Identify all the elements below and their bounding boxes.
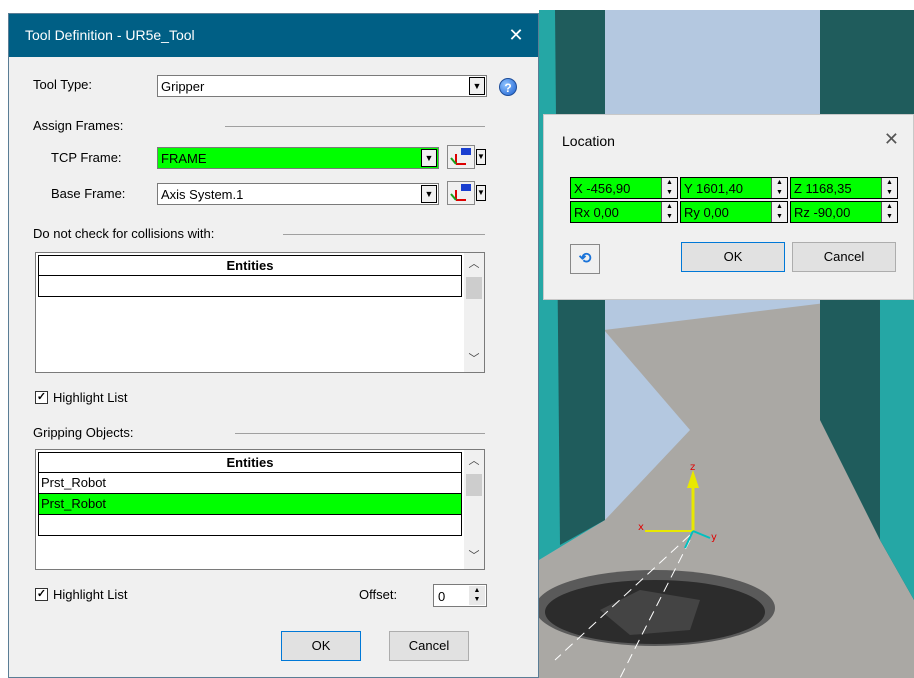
chevron-down-icon[interactable]: ▼ [772, 212, 787, 222]
highlight-list-label: Highlight List [53, 390, 128, 405]
base-frame-value: Axis System.1 [161, 187, 244, 202]
tcp-frame-value: FRAME [161, 151, 207, 166]
y-coordinate-value: Y 1601,40 [684, 181, 744, 196]
stepper-buttons[interactable]: ▲ ▼ [661, 178, 677, 198]
collision-list-header[interactable]: Entities [38, 255, 462, 276]
scroll-thumb[interactable] [466, 277, 482, 299]
list-item[interactable]: Prst_Robot [38, 473, 462, 494]
chevron-up-icon[interactable]: ▲ [469, 586, 485, 595]
x-coordinate-field[interactable]: X -456,90 ▲ ▼ [570, 177, 678, 199]
tool-type-label: Tool Type: [33, 77, 93, 92]
cancel-button[interactable]: Cancel [389, 631, 469, 661]
rx-rotation-field[interactable]: Rx 0,00 ▲ ▼ [570, 201, 678, 223]
axis-x-label: x [638, 522, 644, 533]
chevron-down-icon[interactable]: ▼ [421, 149, 437, 167]
chevron-down-icon[interactable]: ﹀ [464, 547, 484, 567]
tcp-frame-label: TCP Frame: [51, 150, 122, 165]
ry-rotation-value: Ry 0,00 [684, 205, 729, 220]
rz-rotation-value: Rz -90,00 [794, 205, 851, 220]
stepper-buttons[interactable]: ▲ ▼ [771, 202, 787, 222]
separator [283, 234, 485, 235]
z-coordinate-field[interactable]: Z 1168,35 ▲ ▼ [790, 177, 898, 199]
list-item[interactable] [38, 515, 462, 536]
stepper-buttons[interactable]: ▲ ▼ [771, 178, 787, 198]
base-frame-picker-button[interactable]: ▼ [447, 181, 487, 205]
location-dialog-title: Location [562, 133, 615, 149]
chevron-down-icon[interactable]: ▼ [421, 185, 437, 203]
chevron-up-icon[interactable]: ︿ [464, 452, 484, 472]
location-dialog: Location ✕ X -456,90 ▲ ▼ Y 1601,40 ▲ ▼ Z 1… [543, 114, 914, 300]
separator [225, 126, 485, 127]
tool-type-select[interactable]: Gripper ▼ [157, 75, 487, 97]
chevron-up-icon[interactable]: ▲ [882, 202, 897, 212]
separator [235, 433, 485, 434]
ok-button[interactable]: OK [281, 631, 361, 661]
collision-list[interactable]: Entities ︿ ﹀ [35, 252, 485, 373]
offset-stepper[interactable]: 0 ▲ ▼ [433, 584, 487, 607]
chevron-down-icon[interactable]: ▼ [662, 212, 677, 222]
tool-dialog-title: Tool Definition - UR5e_Tool [25, 27, 195, 43]
chevron-up-icon[interactable]: ▲ [772, 202, 787, 212]
frame-picker-icon[interactable] [447, 181, 475, 205]
base-frame-select[interactable]: Axis System.1 ▼ [157, 183, 439, 205]
x-coordinate-value: X -456,90 [574, 181, 631, 196]
refresh-icon[interactable]: ⟲ [570, 244, 600, 274]
collision-label: Do not check for collisions with: [33, 226, 215, 241]
chevron-up-icon[interactable]: ▲ [662, 178, 677, 188]
stepper-buttons[interactable]: ▲ ▼ [661, 202, 677, 222]
list-item[interactable] [38, 276, 462, 297]
close-icon[interactable]: ✕ [884, 129, 899, 150]
location-dialog-titlebar[interactable]: Location ✕ [544, 115, 913, 167]
gripping-list-header[interactable]: Entities [38, 452, 462, 473]
base-frame-label: Base Frame: [51, 186, 126, 201]
help-icon[interactable]: ? [499, 78, 517, 96]
assign-frames-label: Assign Frames: [33, 118, 124, 133]
chevron-up-icon[interactable]: ▲ [772, 178, 787, 188]
chevron-down-icon[interactable]: ﹀ [464, 350, 484, 370]
chevron-down-icon[interactable]: ▼ [469, 77, 485, 95]
highlight-list-checkbox-2[interactable]: ✓ [35, 588, 48, 601]
tool-dialog-titlebar[interactable]: Tool Definition - UR5e_Tool ✕ [9, 14, 538, 57]
stepper-buttons[interactable]: ▲ ▼ [881, 202, 897, 222]
axis-z-label: z [690, 462, 695, 473]
tool-definition-dialog: Tool Definition - UR5e_Tool ✕ Tool Type:… [8, 13, 539, 678]
y-coordinate-field[interactable]: Y 1601,40 ▲ ▼ [680, 177, 788, 199]
close-icon[interactable]: ✕ [494, 14, 538, 57]
cancel-button[interactable]: Cancel [792, 242, 896, 272]
gripping-list-scrollbar[interactable]: ︿ ﹀ [464, 450, 484, 569]
list-item-selected[interactable]: Prst_Robot [38, 494, 462, 515]
ok-button[interactable]: OK [681, 242, 785, 272]
tcp-frame-picker-button[interactable]: ▼ [447, 145, 487, 169]
chevron-down-icon[interactable]: ▼ [882, 212, 897, 222]
stepper-buttons[interactable]: ▲ ▼ [469, 586, 485, 605]
gripping-objects-label: Gripping Objects: [33, 425, 134, 440]
collision-list-scrollbar[interactable]: ︿ ﹀ [464, 253, 484, 372]
offset-label: Offset: [359, 587, 398, 602]
chevron-down-icon[interactable]: ▼ [662, 188, 677, 198]
offset-value: 0 [438, 589, 446, 604]
chevron-down-icon[interactable]: ▼ [772, 188, 787, 198]
chevron-up-icon[interactable]: ▲ [882, 178, 897, 188]
rz-rotation-field[interactable]: Rz -90,00 ▲ ▼ [790, 201, 898, 223]
z-coordinate-value: Z 1168,35 [794, 181, 852, 196]
chevron-down-icon[interactable]: ▼ [476, 185, 486, 201]
chevron-down-icon[interactable]: ▼ [476, 149, 486, 165]
tcp-frame-select[interactable]: FRAME ▼ [157, 147, 439, 169]
highlight-list-label: Highlight List [53, 587, 128, 602]
chevron-up-icon[interactable]: ︿ [464, 255, 484, 275]
rx-rotation-value: Rx 0,00 [574, 205, 619, 220]
gripping-objects-list[interactable]: Entities Prst_Robot Prst_Robot ︿ ﹀ [35, 449, 485, 570]
ry-rotation-field[interactable]: Ry 0,00 ▲ ▼ [680, 201, 788, 223]
axis-y-label: y [711, 532, 717, 543]
frame-picker-icon[interactable] [447, 145, 475, 169]
highlight-list-checkbox-1[interactable]: ✓ [35, 391, 48, 404]
chevron-down-icon[interactable]: ▼ [882, 188, 897, 198]
tool-type-value: Gripper [161, 79, 205, 94]
chevron-down-icon[interactable]: ▼ [469, 595, 485, 604]
scroll-thumb[interactable] [466, 474, 482, 496]
stepper-buttons[interactable]: ▲ ▼ [881, 178, 897, 198]
chevron-up-icon[interactable]: ▲ [662, 202, 677, 212]
